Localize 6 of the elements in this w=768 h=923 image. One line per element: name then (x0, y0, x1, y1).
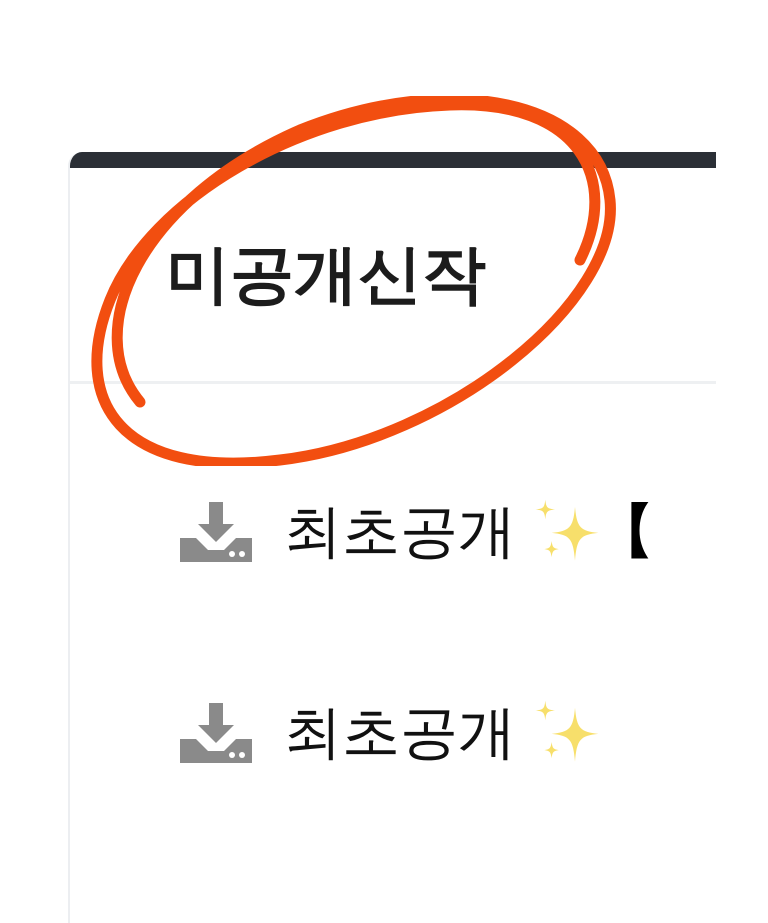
item-title[interactable]: 【 (596, 493, 654, 571)
item-label[interactable]: 최초공개 (284, 694, 516, 772)
download-icon (180, 502, 252, 562)
item-label[interactable]: 최초공개 (284, 493, 516, 571)
section-title: 미공개신작 (166, 237, 486, 314)
download-icon (180, 703, 252, 763)
